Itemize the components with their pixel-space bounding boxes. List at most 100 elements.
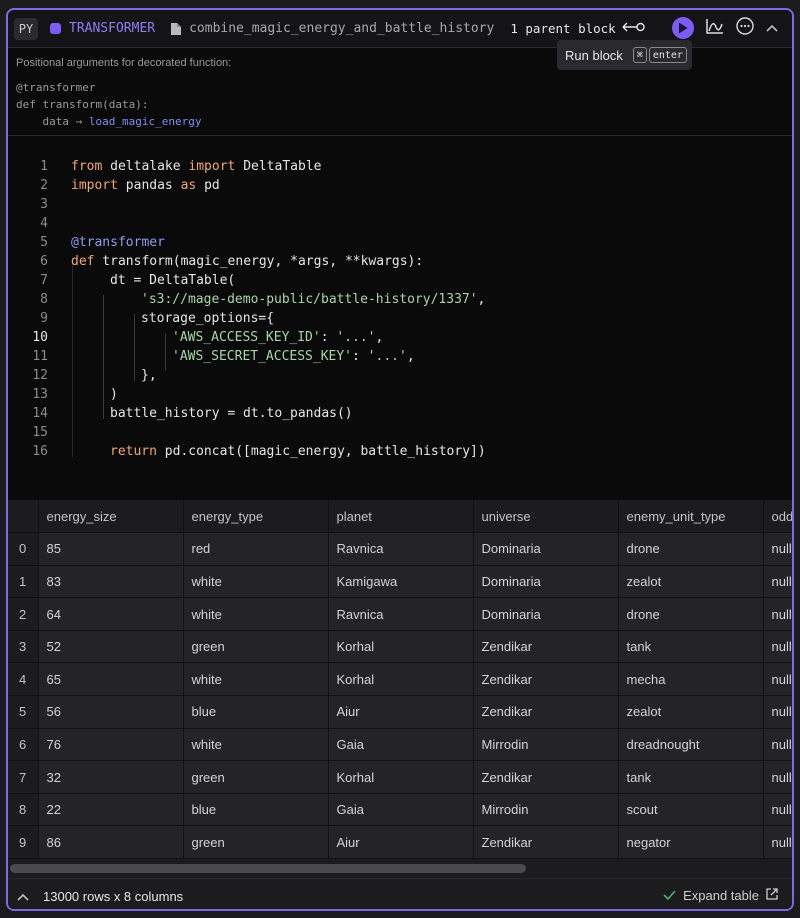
column-header[interactable]: enemy_unit_type	[618, 500, 764, 534]
line-number: 3	[40, 197, 48, 212]
line-number: 5	[40, 235, 48, 250]
line-number: 6	[40, 254, 48, 269]
function-args-panel: Positional arguments for decorated funct…	[8, 48, 792, 136]
args-signature: @transformer def transform(data): data →…	[16, 79, 201, 130]
row-index: 1	[8, 565, 39, 599]
parent-blocks-link[interactable]: 1 parent block	[510, 21, 615, 36]
table-cell: Gaia	[328, 793, 474, 827]
table-cell: blue	[183, 793, 329, 827]
table-cell: Gaia	[328, 728, 474, 762]
table-header-row: energy_size energy_type planet universe …	[8, 500, 792, 534]
block-name[interactable]: combine_magic_energy_and_battle_history	[189, 21, 494, 36]
table-cell: white	[183, 728, 329, 762]
table-cell: zealot	[618, 565, 764, 599]
table-cell: Korhal	[328, 760, 474, 794]
table-row[interactable]: 8 22 blue Gaia Mirrodin scout null	[8, 793, 792, 827]
collapse-table-chevron-up-icon[interactable]	[17, 889, 29, 904]
table-cell: dreadnought	[618, 728, 764, 762]
table-row[interactable]: 9 86 green Aiur Zendikar negator null	[8, 825, 792, 860]
table-cell: 56	[38, 695, 184, 729]
table-cell: null	[763, 793, 792, 827]
expand-table-button[interactable]: Expand table	[663, 888, 778, 903]
table-cell: Kamigawa	[328, 565, 474, 599]
run-block-button[interactable]	[672, 17, 694, 39]
table-cell: Mirrodin	[473, 793, 619, 827]
line-number: 12	[32, 368, 48, 383]
table-row[interactable]: 0 85 red Ravnica Dominaria drone null	[8, 532, 792, 566]
table-cell: null	[763, 695, 792, 729]
table-cell: 64	[38, 597, 184, 631]
output-table[interactable]: energy_size energy_type planet universe …	[8, 500, 792, 860]
table-cell: Aiur	[328, 825, 474, 860]
column-header[interactable]: universe	[473, 500, 619, 534]
horizontal-scrollbar[interactable]	[8, 860, 792, 878]
play-icon	[679, 22, 688, 34]
table-cell: null	[763, 532, 792, 566]
line-number-active: 10	[32, 330, 48, 345]
indent-guide	[103, 295, 104, 419]
table-cell: null	[763, 760, 792, 794]
table-cell: Zendikar	[473, 695, 619, 729]
table-cell: Korhal	[328, 662, 474, 697]
row-index: 8	[8, 793, 39, 827]
table-cell: zealot	[618, 695, 764, 729]
block-card: PY TRANSFORMER combine_magic_energy_and_…	[6, 8, 794, 911]
check-icon	[663, 888, 676, 903]
table-cell: null	[763, 728, 792, 762]
table-cell: 32	[38, 760, 184, 794]
table-cell: null	[763, 662, 792, 697]
table-row[interactable]: 7 32 green Korhal Zendikar tank null	[8, 760, 792, 794]
table-summary: 13000 rows x 8 columns	[43, 888, 184, 904]
external-link-icon	[766, 888, 778, 903]
table-cell: green	[183, 630, 329, 664]
line-number: 16	[32, 444, 48, 459]
chart-icon[interactable]	[706, 18, 724, 38]
table-cell: negator	[618, 825, 764, 860]
table-cell: 76	[38, 728, 184, 762]
args-title: Positional arguments for decorated funct…	[16, 57, 232, 69]
expand-table-label: Expand table	[683, 888, 759, 903]
column-header[interactable]: planet	[328, 500, 474, 534]
table-cell: mecha	[618, 662, 764, 697]
block-type-label[interactable]: TRANSFORMER	[69, 21, 155, 36]
table-cell: red	[183, 532, 329, 566]
block-type-color-icon	[50, 23, 61, 34]
table-cell: tank	[618, 760, 764, 794]
table-cell: Zendikar	[473, 825, 619, 860]
column-header[interactable]: energy_size	[38, 500, 184, 534]
indent-guide	[134, 314, 135, 381]
table-row[interactable]: 6 76 white Gaia Mirrodin dreadnought null	[8, 728, 792, 762]
line-number: 8	[40, 292, 48, 307]
table-row[interactable]: 2 64 white Ravnica Dominaria drone null	[8, 597, 792, 631]
collapse-chevron-up-icon[interactable]	[766, 21, 778, 36]
table-cell: 86	[38, 825, 184, 860]
arg-name: data	[42, 115, 70, 128]
table-row[interactable]: 4 65 white Korhal Zendikar mecha null	[8, 662, 792, 697]
scrollbar-thumb[interactable]	[10, 864, 526, 873]
arg-source-link[interactable]: load_magic_energy	[89, 115, 202, 128]
code-editor[interactable]: 1 from deltalake import DeltaTable 2 impor…	[8, 136, 792, 500]
line-number: 4	[40, 216, 48, 231]
table-cell: tank	[618, 630, 764, 664]
line-number: 15	[32, 425, 48, 440]
table-cell: 83	[38, 565, 184, 599]
table-row[interactable]: 5 56 blue Aiur Zendikar zealot null	[8, 695, 792, 729]
more-options-icon[interactable]	[736, 17, 754, 39]
table-row[interactable]: 3 52 green Korhal Zendikar tank null	[8, 630, 792, 664]
column-header[interactable]: odd	[763, 500, 792, 534]
table-cell: white	[183, 565, 329, 599]
table-cell: Zendikar	[473, 760, 619, 794]
table-cell: null	[763, 630, 792, 664]
table-cell: null	[763, 825, 792, 860]
table-cell: Dominaria	[473, 565, 619, 599]
table-cell: Mirrodin	[473, 728, 619, 762]
table-cell: 22	[38, 793, 184, 827]
table-cell: 85	[38, 532, 184, 566]
row-index: 0	[8, 532, 39, 566]
row-index: 6	[8, 728, 39, 762]
table-cell: drone	[618, 597, 764, 631]
parent-connection-icon[interactable]	[622, 21, 646, 37]
column-header[interactable]: energy_type	[183, 500, 329, 534]
table-footer: 13000 rows x 8 columns Expand table	[8, 878, 792, 909]
table-row[interactable]: 1 83 white Kamigawa Dominaria zealot null	[8, 565, 792, 599]
